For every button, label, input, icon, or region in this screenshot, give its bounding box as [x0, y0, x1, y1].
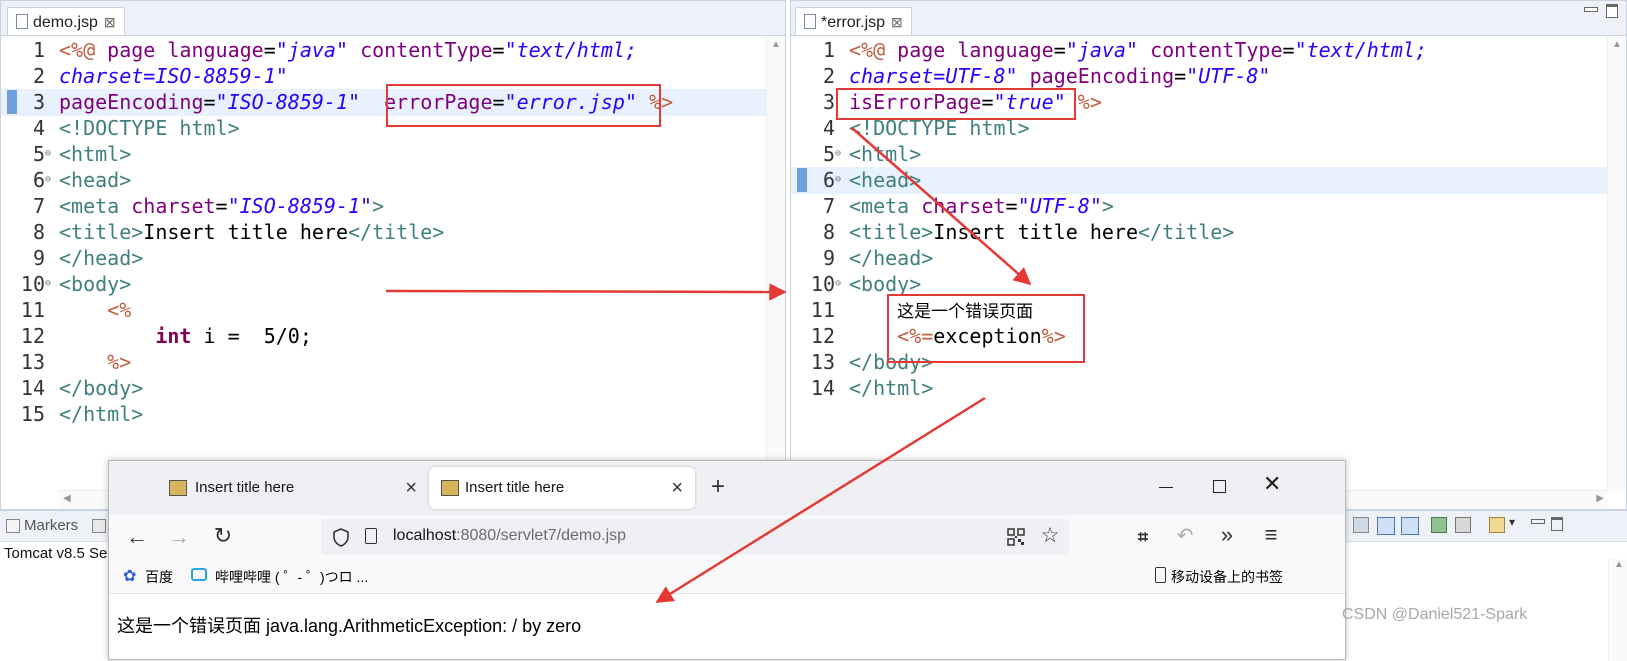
arrow-exception-to-browser: [655, 396, 986, 604]
arrow-demo-to-error: [385, 283, 787, 301]
annotation-arrows: [385, 127, 1032, 604]
arrow-iserrorpage-to-body: [851, 127, 1032, 286]
